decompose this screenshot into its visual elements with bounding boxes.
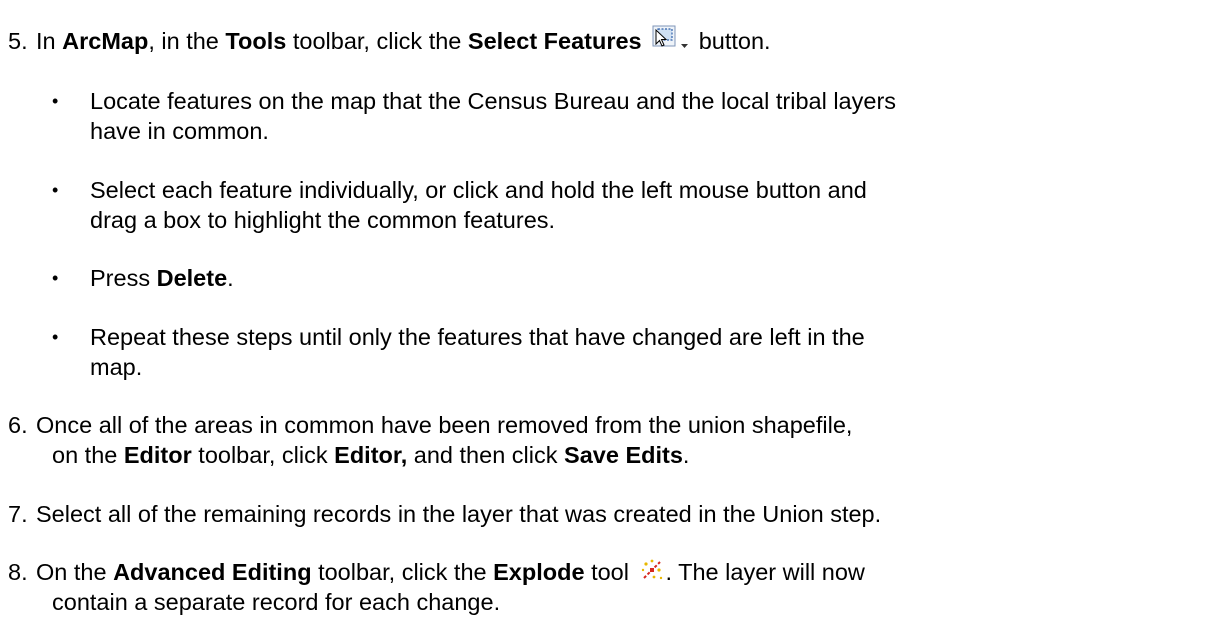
explode-label: Explode — [493, 559, 585, 585]
step-number: 7. — [8, 501, 28, 527]
step-5-text: In ArcMap, in the Tools toolbar, click t… — [36, 24, 771, 56]
arcmap-label: ArcMap — [62, 28, 149, 54]
step-7-text: Select all of the remaining records in t… — [36, 501, 882, 527]
bullet-icon: • — [52, 180, 59, 200]
editor-toolbar-label: Editor — [123, 442, 192, 468]
editor-menu-label: Editor, — [334, 442, 408, 468]
bullet-text: Press Delete. — [90, 265, 234, 291]
save-edits-label: Save Edits — [564, 442, 683, 468]
step-number: 6. — [8, 412, 28, 438]
delete-label: Delete — [156, 265, 228, 291]
bullet-icon: • — [52, 268, 59, 288]
select-features-label: Select Features — [467, 28, 642, 54]
bullet-text: Select each feature individually, or cli… — [90, 177, 867, 203]
step-number: 5. — [8, 28, 28, 54]
bullet-icon: • — [52, 327, 59, 347]
explode-icon[interactable] — [640, 558, 664, 582]
bullet-text: map. — [90, 354, 143, 380]
step-number: 8. — [8, 559, 28, 585]
step-8-text: On the Advanced Editing toolbar, click t… — [36, 558, 865, 585]
dropdown-arrow-icon[interactable] — [678, 28, 692, 48]
bullet-text: have in common. — [90, 118, 269, 144]
bullet-icon: • — [52, 91, 59, 111]
tools-label: Tools — [225, 28, 287, 54]
step-6-text: Once all of the areas in common have bee… — [36, 412, 853, 438]
select-features-icon[interactable] — [650, 24, 678, 50]
bullet-text: Repeat these steps until only the featur… — [90, 324, 865, 350]
bullet-text: drag a box to highlight the common featu… — [90, 207, 556, 233]
advanced-editing-label: Advanced Editing — [113, 559, 312, 585]
step-8-text-cont: contain a separate record for each chang… — [52, 589, 501, 615]
bullet-text: Locate features on the map that the Cens… — [90, 88, 897, 114]
step-6-text-cont: on the Editor toolbar, click Editor, and… — [52, 442, 690, 468]
